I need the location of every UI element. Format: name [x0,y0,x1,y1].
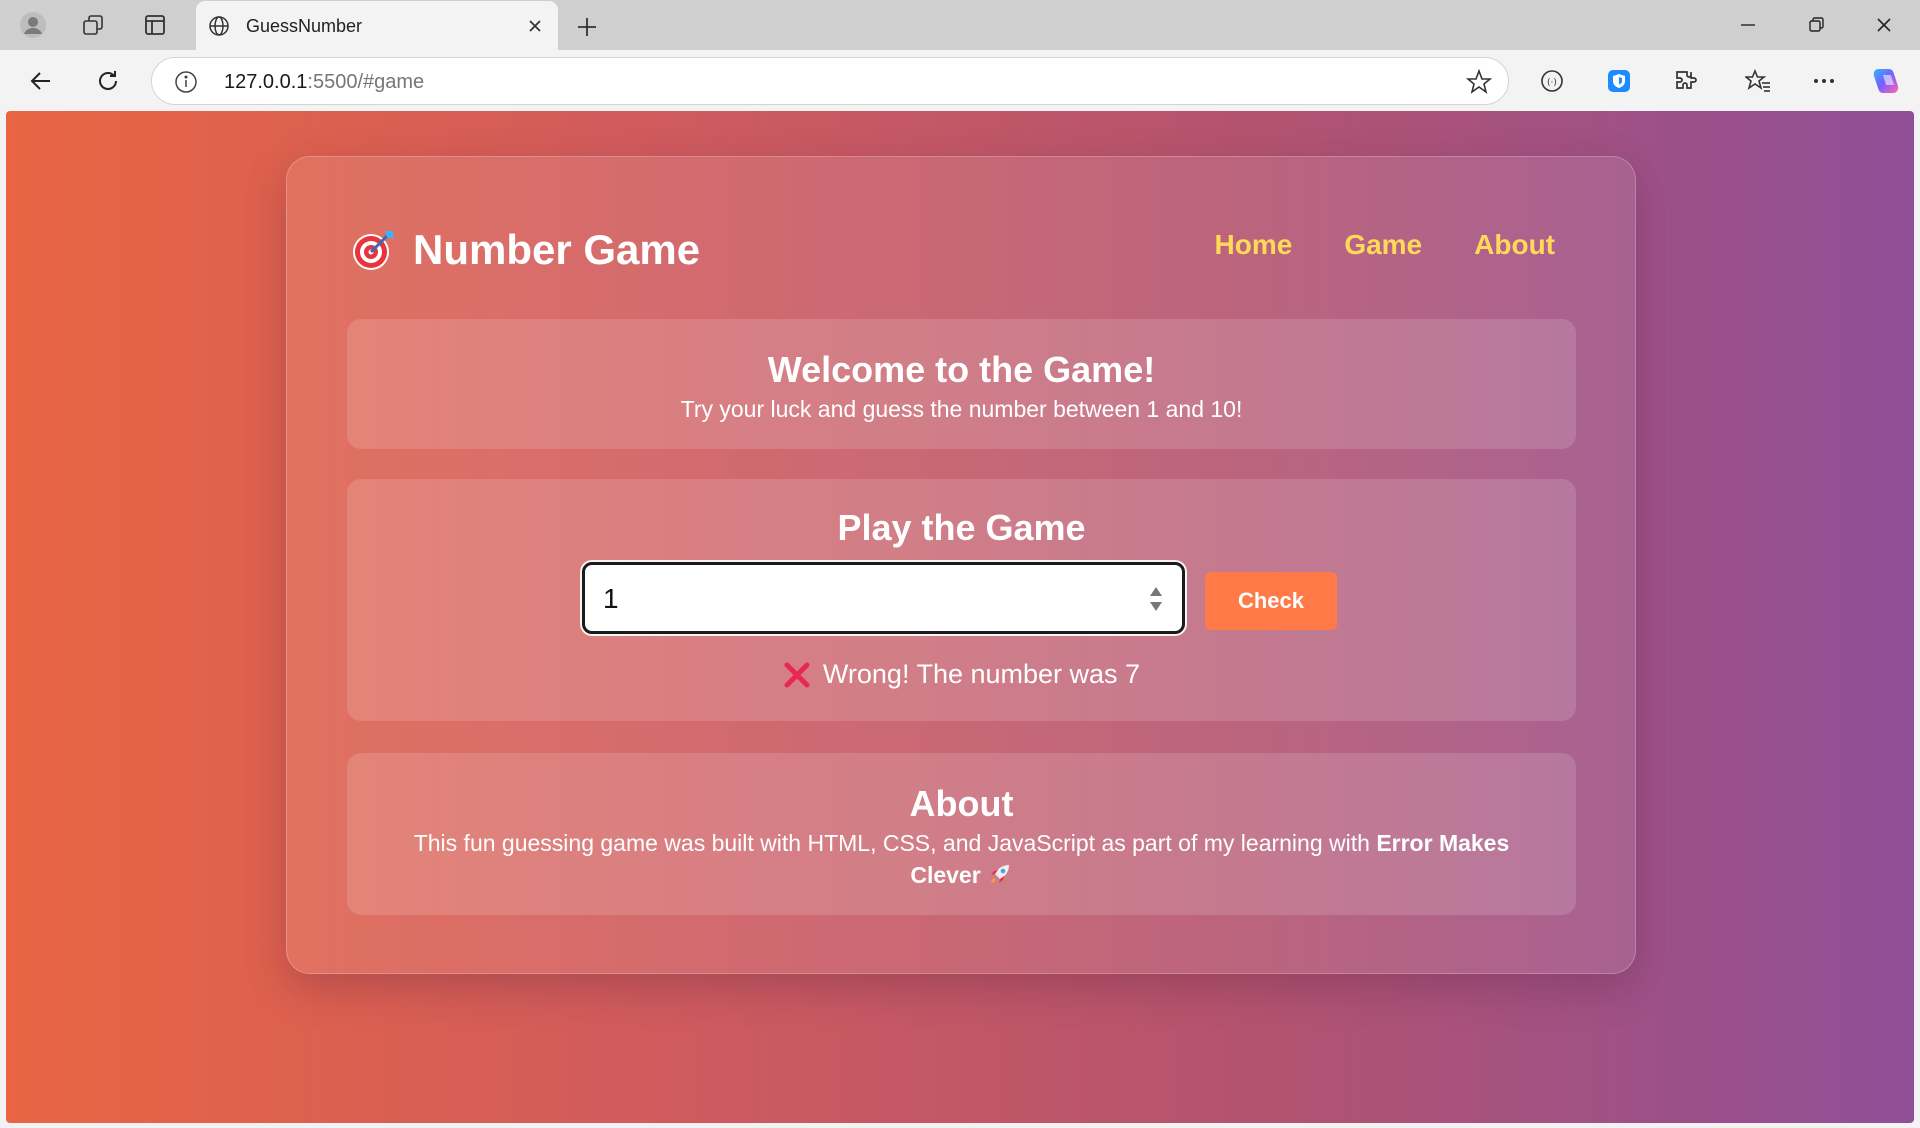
shield-extension-icon[interactable] [1600,62,1638,100]
back-icon[interactable] [22,62,60,100]
favorite-star-icon[interactable] [1466,69,1492,95]
address-url[interactable]: 127.0.0.1:5500/#game [224,71,424,94]
address-bar[interactable]: 127.0.0.1:5500/#game [151,57,1509,105]
read-aloud-icon[interactable]: (·) [1533,62,1571,100]
profile-icon[interactable] [16,8,50,42]
more-options-icon[interactable] [1805,62,1843,100]
guess-input[interactable] [603,579,1103,619]
new-tab-icon[interactable] [570,10,604,44]
svg-text:(·): (·) [1547,78,1557,88]
about-text-plain: This fun guessing game was built with HT… [413,830,1377,856]
workspaces-icon[interactable] [76,8,110,42]
check-button[interactable]: Check [1205,572,1337,630]
dart-target-icon [353,231,393,270]
cross-mark-icon [784,662,810,687]
result-text: Wrong! The number was 7 [822,659,1141,689]
globe-icon [209,16,229,36]
play-heading: Play the Game [837,507,1086,548]
result-message: Wrong! The number was 7 [347,659,1576,690]
welcome-text: Try your luck and guess the number betwe… [680,396,1243,422]
nav-home[interactable]: Home [1215,229,1293,261]
site-info-icon[interactable] [174,70,198,94]
minimize-icon[interactable] [1726,8,1770,42]
play-section: Play the Game Check Wrong! The number wa… [347,479,1576,721]
welcome-heading: Welcome to the Game! [767,349,1156,390]
active-tab[interactable]: GuessNumber [196,1,558,50]
about-heading: About [909,783,1014,824]
guess-field[interactable] [582,562,1185,634]
page-viewport: Number Game Home Game About Welcome to t… [6,111,1914,1123]
reload-icon[interactable] [89,62,127,100]
site-title: Number Game [413,226,701,273]
browser-toolbar: 127.0.0.1:5500/#game (·) [0,50,1920,111]
nav-game[interactable]: Game [1344,229,1422,261]
close-tab-icon[interactable] [522,13,548,39]
rocket-icon [990,865,1009,883]
browser-tab-bar: GuessNumber [0,0,1920,50]
welcome-section: Welcome to the Game! Try your luck and g… [347,319,1576,449]
favorites-icon[interactable] [1739,62,1777,100]
about-section: About This fun guessing game was built w… [347,753,1576,915]
brand: Number Game [351,225,700,275]
restore-icon[interactable] [1794,8,1838,42]
nav-about[interactable]: About [1474,229,1555,261]
tab-title: GuessNumber [246,16,363,36]
about-text: This fun guessing game was built with HT… [387,827,1536,891]
address-path: :5500/#game [307,71,425,93]
copilot-icon[interactable] [1868,62,1906,100]
extensions-icon[interactable] [1667,62,1705,100]
game-card: Number Game Home Game About Welcome to t… [286,156,1636,974]
close-window-icon[interactable] [1862,8,1906,42]
address-host: 127.0.0.1 [224,71,308,93]
number-spinner-icon[interactable] [1148,583,1164,615]
main-nav: Home Game About [1215,229,1555,261]
vertical-tabs-icon[interactable] [138,8,172,42]
